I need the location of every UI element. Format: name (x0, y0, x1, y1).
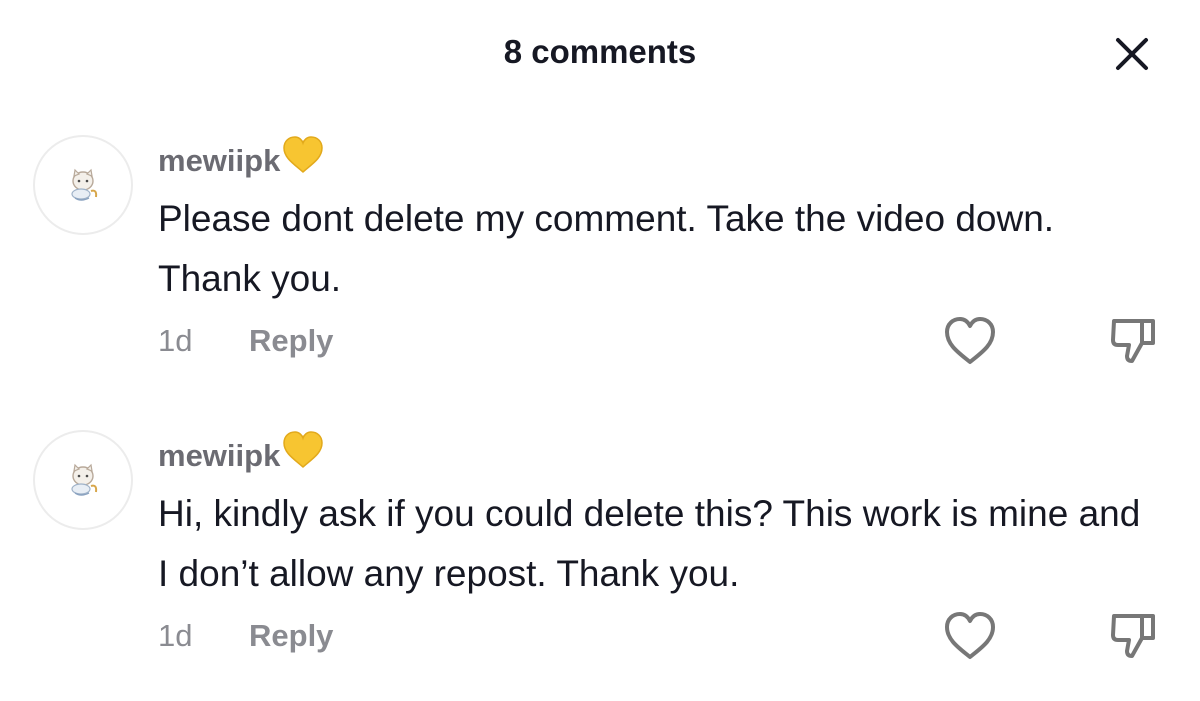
reply-button[interactable]: Reply (249, 616, 333, 656)
thumbs-down-icon (1111, 614, 1155, 658)
yellow-heart-icon (282, 431, 324, 479)
yellow-heart-icon (282, 136, 324, 184)
thumbs-down-icon (1111, 319, 1155, 363)
like-button[interactable] (942, 610, 998, 662)
comment-text: Hi, kindly ask if you could delete this?… (158, 493, 1141, 594)
comment-username[interactable]: mewiipk (158, 431, 324, 479)
avatar-cat-icon (71, 463, 98, 496)
avatar-cat-icon (71, 168, 98, 201)
comment-username[interactable]: mewiipk (158, 136, 324, 184)
comment-item: mewiipk Please dont delete my comment. T… (0, 135, 1200, 375)
close-button[interactable] (1112, 34, 1152, 74)
username-text: mewiipk (158, 438, 281, 473)
comments-count-title: 8 comments (503, 33, 697, 70)
comment-timestamp: 1d (158, 618, 193, 653)
heart-outline-icon (945, 612, 995, 659)
reply-button[interactable]: Reply (249, 321, 333, 361)
like-button[interactable] (942, 315, 998, 367)
dislike-button[interactable] (1108, 313, 1158, 367)
dislike-button[interactable] (1108, 608, 1158, 662)
username-text: mewiipk (158, 143, 281, 178)
avatar[interactable] (33, 135, 133, 235)
comment-item: mewiipk Hi, kindly ask if you could dele… (0, 430, 1200, 670)
comment-timestamp: 1d (158, 323, 193, 358)
comment-text: Please dont delete my comment. Take the … (158, 198, 1055, 299)
close-icon (1116, 38, 1148, 70)
avatar[interactable] (33, 430, 133, 530)
heart-outline-icon (945, 317, 995, 364)
